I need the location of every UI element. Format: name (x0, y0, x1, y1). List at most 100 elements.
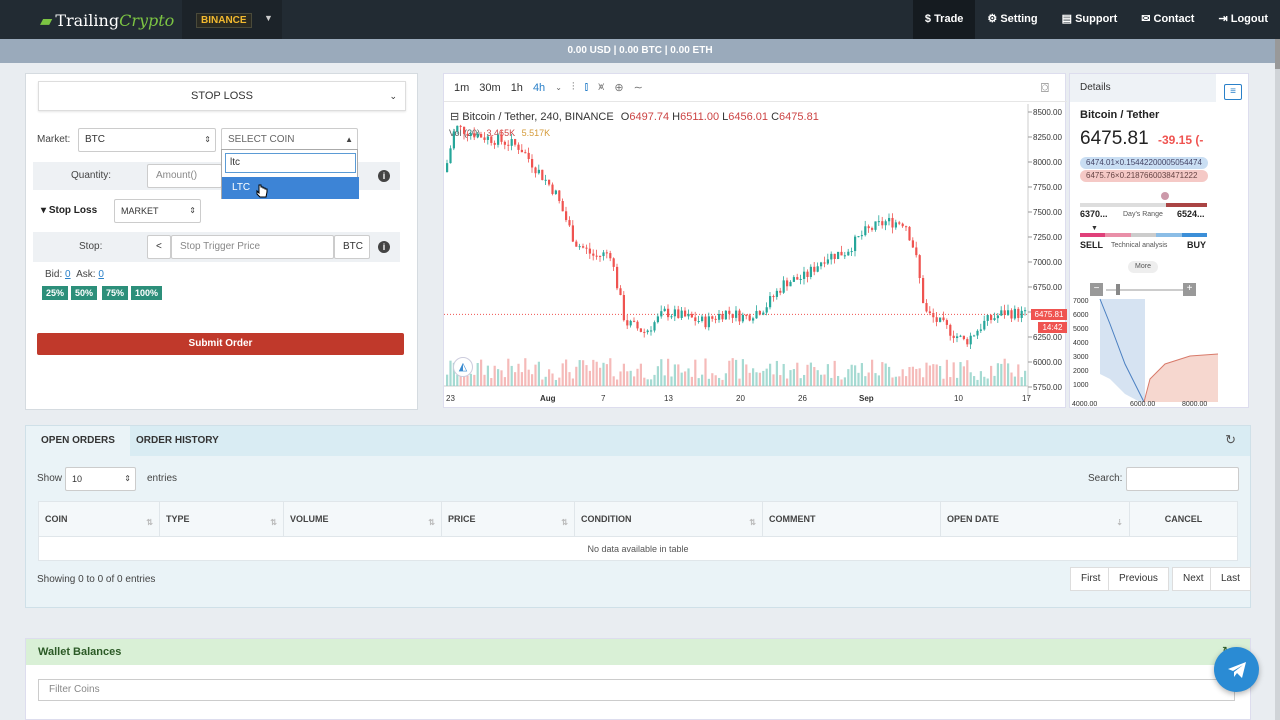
refresh-icon[interactable]: ↻ (1225, 432, 1236, 448)
tab-order-history[interactable]: ORDER HISTORY (121, 426, 234, 456)
stop-operator[interactable]: < (147, 235, 171, 259)
pct-100-button[interactable]: 100% (131, 286, 163, 300)
pct-50-button[interactable]: 50% (71, 286, 98, 300)
volume-bar (616, 379, 619, 386)
coin-search-input[interactable]: ltc (225, 153, 356, 173)
coin-option-ltc[interactable]: LTC (222, 177, 359, 199)
col-comment[interactable]: COMMENT (762, 501, 941, 537)
interval-1m[interactable]: 1m (454, 82, 469, 94)
tab-open-orders[interactable]: OPEN ORDERS (26, 426, 130, 456)
price-chart-svg[interactable]: 8500.00 8250.00 8000.00 7750.00 7500.00 7250.… (444, 104, 1067, 409)
col-coin-label: COIN (45, 514, 68, 524)
exchange-selector[interactable]: BINANCE ▼ (182, 0, 282, 39)
indicators-icon[interactable]: ⩙ (598, 81, 604, 94)
volume-bar (860, 363, 863, 386)
list-icon[interactable]: ≡ (1224, 84, 1242, 100)
filter-coins-input[interactable]: Filter Coins (38, 679, 1235, 701)
volume-bar (823, 374, 826, 386)
col-open-date[interactable]: OPEN DATE ⇣ (940, 501, 1130, 537)
candle-body (738, 310, 741, 322)
volume-bar (650, 379, 653, 386)
pager-next[interactable]: Next (1172, 567, 1215, 591)
volume-bar (534, 364, 537, 386)
brand-logo[interactable]: ▰ TrailingCrypto (40, 11, 174, 30)
candle-body (517, 144, 520, 150)
interval-4h[interactable]: 4h (533, 82, 545, 94)
quantity-info-icon[interactable]: i (378, 170, 390, 182)
price-tick-label: 6250.00 (1033, 333, 1062, 342)
candle-body (446, 163, 449, 172)
col-condition[interactable]: CONDITION ⇅ (574, 501, 763, 537)
volume-bar (1010, 372, 1013, 386)
col-price[interactable]: PRICE ⇅ (441, 501, 575, 537)
candle-body (707, 316, 710, 328)
stoploss-toggle[interactable]: ▾ Stop Loss (41, 205, 97, 216)
stop-info-icon[interactable]: i (378, 241, 390, 253)
tradingview-logo-icon[interactable]: ◭ (453, 357, 473, 377)
candles-icon[interactable]: ⫾ (585, 81, 589, 94)
nav-logout[interactable]: ⇥ Logout (1206, 0, 1280, 39)
volume-bar (738, 378, 741, 386)
add-icon[interactable]: ⊕ (614, 81, 623, 94)
volume-bar (653, 374, 656, 386)
time-tick-label: 20 (736, 394, 745, 403)
stop-trigger-input[interactable]: Stop Trigger Price (171, 235, 334, 259)
stoploss-type-select[interactable]: MARKET ⇕ (114, 199, 201, 223)
interval-dropdown-icon[interactable]: ⌄ (555, 83, 562, 92)
volume-bar (915, 368, 918, 386)
volume-bar (803, 374, 806, 386)
candle-body (952, 335, 955, 339)
col-volume[interactable]: VOLUME ⇅ (283, 501, 442, 537)
interval-30m[interactable]: 30m (479, 82, 500, 94)
volume-bar (714, 375, 717, 386)
entries-select[interactable]: 10 ⇕ (65, 467, 136, 491)
orders-tabs: OPEN ORDERS ORDER HISTORY ↻ (26, 426, 1250, 456)
volume-bar (660, 359, 663, 386)
scrollbar-thumb[interactable] (1275, 39, 1280, 69)
pager-first[interactable]: First (1070, 567, 1112, 591)
orders-search-input[interactable] (1126, 467, 1239, 491)
pct-25-button[interactable]: 25% (42, 286, 69, 300)
volume-bar (901, 369, 904, 386)
nav-support[interactable]: ▤ Support (1050, 0, 1130, 39)
nav-trade[interactable]: $ Trade (912, 0, 976, 39)
tech-bar-strong-buy (1181, 233, 1208, 237)
candle-body (758, 310, 761, 315)
compare-icon[interactable]: ⫶ (572, 81, 575, 94)
sort-arrows-icon: ⇕ (124, 474, 131, 483)
col-coin[interactable]: COIN ⇅ (38, 501, 160, 537)
order-type-label: STOP LOSS (191, 90, 253, 102)
col-type[interactable]: TYPE ⇅ (159, 501, 284, 537)
more-button[interactable]: More (1128, 261, 1158, 273)
volume-bar (656, 366, 659, 386)
interval-1h[interactable]: 1h (511, 82, 523, 94)
pager-previous[interactable]: Previous (1108, 567, 1169, 591)
nav-setting[interactable]: ⚙ Setting (975, 0, 1049, 39)
nav-contact[interactable]: ✉ Contact (1129, 0, 1206, 39)
bid-value[interactable]: 0 (65, 269, 71, 280)
candle-body (986, 315, 989, 321)
wave-icon[interactable]: ∼ (634, 81, 643, 94)
details-price-line: 6475.81 -39.15 (- (1080, 128, 1203, 150)
order-type-select[interactable]: STOP LOSS ⌄ (38, 81, 406, 111)
bid-label: Bid: (45, 269, 63, 280)
page-scrollbar[interactable] (1275, 39, 1280, 720)
submit-order-button[interactable]: Submit Order (37, 333, 404, 355)
volume-bar (646, 379, 649, 386)
ask-value[interactable]: 0 (98, 269, 104, 280)
pct-75-button[interactable]: 75% (102, 286, 129, 300)
volume-bar (945, 359, 948, 386)
candle-body (922, 278, 925, 304)
camera-icon[interactable]: ⌼ (1041, 80, 1049, 96)
volume-bar (500, 370, 503, 386)
telegram-chat-button[interactable] (1214, 647, 1259, 692)
market-select[interactable]: BTC ⇕ (78, 128, 216, 152)
volume-bar (966, 360, 969, 386)
sort-arrows-icon: ⇕ (204, 135, 211, 144)
time-tick-label: Aug (540, 394, 556, 403)
volume-bar (884, 363, 887, 386)
pager-last[interactable]: Last (1210, 567, 1251, 591)
quantity-input[interactable]: Amount() (147, 164, 222, 188)
candle-body (894, 222, 897, 228)
volume-bar (520, 372, 523, 386)
